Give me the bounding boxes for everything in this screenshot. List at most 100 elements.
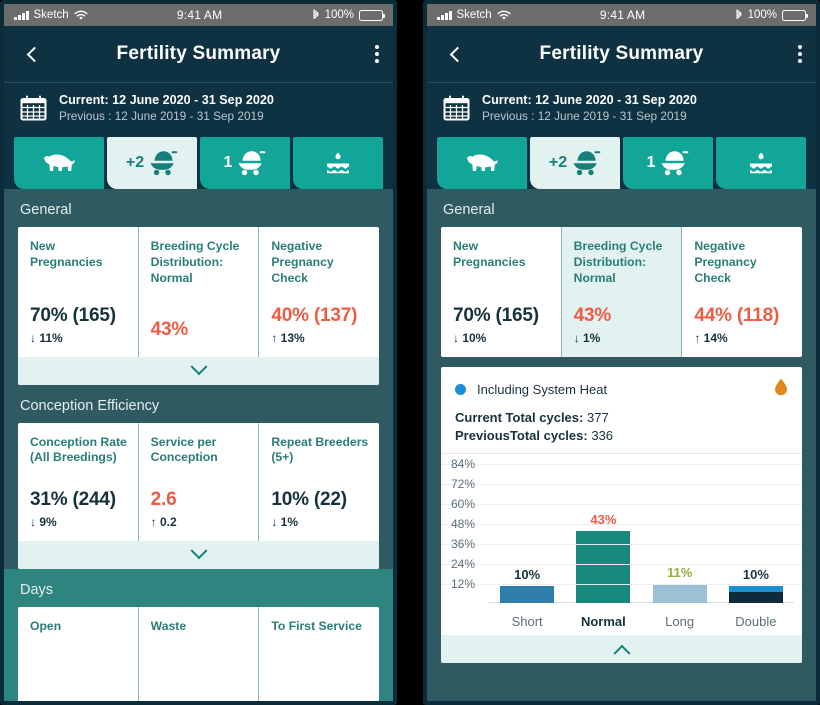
chart-gridline [441, 583, 802, 585]
metric-delta: ↓ 9% [30, 514, 57, 529]
section-label-days: Days [20, 581, 54, 598]
chart-bar-value-label: 11% [666, 565, 693, 581]
chart-bar-value-label: 10% [514, 566, 541, 582]
chart-legend-label: Including System Heat [477, 381, 608, 397]
metric-column[interactable]: New Pregnancies 70% (165) ↓ 10% [441, 227, 561, 357]
metric-column[interactable]: Waste [137, 606, 259, 701]
cow-icon [44, 154, 75, 171]
tab-birthday-cake[interactable] [293, 136, 383, 189]
metric-title: Breeding Cycle Distribution: Normal [573, 238, 663, 285]
date-range-strip-right[interactable]: Current: 12 June 2020 - 31 Sep 2020 Prev… [427, 82, 816, 137]
date-previous-label: Previous : 12 June 2019 - 31 Sep 2019 [59, 109, 264, 123]
tab-cow[interactable] [14, 136, 104, 189]
chart-bar[interactable] [728, 585, 783, 603]
chart-bar[interactable] [576, 530, 631, 603]
metric-column[interactable]: Conception Rate (All Breedings) 31% (244… [18, 423, 138, 541]
metric-value: 31% (244) [30, 488, 116, 510]
battery-percent-label: 100% [747, 9, 777, 21]
phone-left: Sketch 9:41 AM 100% Fertility Summary Cu… [0, 0, 397, 705]
metric-delta: ↓ 1% [573, 330, 601, 345]
chart-bar-slot[interactable]: 43% [565, 454, 641, 603]
tab-bar-left: +2 1 [4, 136, 393, 189]
chart-x-tick-label: Long [665, 613, 695, 629]
date-current-label: Current: 12 June 2020 - 31 Sep 2020 [482, 93, 697, 107]
status-bar-right: Sketch 9:41 AM 100% [427, 4, 816, 26]
metric-value: 10% (22) [271, 488, 347, 510]
stroller-icon [150, 151, 178, 176]
metric-value: 43% [150, 318, 189, 340]
date-range-strip-left[interactable]: Current: 12 June 2020 - 31 Sep 2020 Prev… [4, 82, 393, 137]
kebab-menu-button[interactable] [375, 44, 379, 64]
chart-bar[interactable] [652, 584, 707, 603]
clock-label: 9:41 AM [599, 8, 646, 22]
tab-birthday-cake[interactable] [716, 136, 806, 189]
previous-total-label: PreviousTotal cycles: [455, 427, 588, 443]
kebab-menu-button[interactable] [798, 44, 802, 64]
expand-section-general-button[interactable] [18, 356, 379, 385]
back-button[interactable] [18, 40, 46, 68]
metric-value: 2.6 [150, 488, 177, 510]
calendar-icon [20, 95, 47, 121]
metric-card-general: New Pregnancies 70% (165) ↓ 10% Breeding… [441, 226, 802, 357]
tab-one-stroller[interactable]: 1 [200, 136, 290, 189]
clock-label: 9:41 AM [176, 8, 223, 22]
stroller-icon [238, 151, 266, 176]
page-title: Fertility Summary [116, 43, 281, 64]
expand-section-conception-efficiency-button[interactable] [18, 540, 379, 569]
scroll-content-left[interactable]: General New Pregnancies 70% (165) ↓ 11% … [4, 188, 393, 702]
metric-title: Breeding Cycle Distribution: Normal [150, 238, 240, 285]
wifi-icon [497, 10, 511, 20]
tab-label-plus-two: +2 [548, 153, 568, 171]
chart-gridline [441, 543, 802, 545]
back-button[interactable] [441, 40, 469, 68]
battery-percent-label: 100% [324, 9, 354, 21]
collapse-chart-button[interactable] [441, 634, 802, 663]
metric-column[interactable]: Negative Pregnancy Check 44% (118) ↑ 14% [681, 226, 802, 357]
tab-cow[interactable] [437, 136, 527, 189]
scroll-content-right[interactable]: General New Pregnancies 70% (165) ↓ 10% … [427, 188, 816, 701]
tab-label-plus-two: +2 [125, 153, 145, 171]
metric-value: 70% (165) [30, 304, 116, 326]
chart-bar-slot[interactable]: 10% [718, 454, 794, 603]
metric-card-conception-efficiency: Conception Rate (All Breedings) 31% (244… [18, 422, 379, 569]
chart-x-tick-label: Normal [580, 613, 626, 629]
metric-column[interactable]: Repeat Breeders (5+) 10% (22) ↓ 1% [258, 422, 379, 541]
chart-bar[interactable] [500, 585, 555, 603]
metric-title: Repeat Breeders (5+) [271, 434, 369, 465]
current-total-cycles: Current Total cycles: 377 [455, 410, 788, 425]
metric-column-selected[interactable]: Breeding Cycle Distribution: Normal 43% … [560, 226, 682, 357]
metric-title: New Pregnancies [453, 238, 526, 269]
tab-one-stroller[interactable]: 1 [623, 136, 713, 189]
chart-bar-slot[interactable]: 11% [642, 454, 718, 603]
metric-value: 43% [573, 304, 612, 326]
chart-bar-value-label: 10% [742, 566, 769, 582]
metric-title: Negative Pregnancy Check [271, 238, 334, 285]
metric-delta: ↑ 0.2 [150, 514, 177, 529]
bar-chart-plot: 10% 43% 11% 10% Short Normal Long Double 84% 72… [441, 452, 802, 635]
chart-legend-row: Including System Heat [441, 367, 802, 403]
tab-label-one: 1 [646, 153, 656, 171]
chevron-down-icon [190, 357, 207, 375]
breeding-cycle-chart-card: Including System Heat Current Total cycl… [441, 366, 802, 663]
tab-plus-two-stroller[interactable]: +2 [107, 136, 197, 189]
chart-x-tick-label: Short [511, 613, 543, 629]
metric-column[interactable]: Service per Conception 2.6 ↑ 0.2 [137, 422, 259, 541]
metric-title: Waste [150, 618, 187, 633]
section-label-general: General [443, 201, 495, 218]
status-bar-left: Sketch 9:41 AM 100% [4, 4, 393, 26]
date-previous-label: Previous : 12 June 2019 - 31 Sep 2019 [482, 109, 687, 123]
tab-plus-two-stroller[interactable]: +2 [530, 136, 620, 189]
wifi-icon [74, 10, 88, 20]
metric-column[interactable]: Negative Pregnancy Check 40% (137) ↑ 13% [258, 226, 379, 357]
metric-column[interactable]: New Pregnancies 70% (165) ↓ 11% [18, 227, 138, 357]
signal-bars-icon [437, 10, 452, 20]
metric-column[interactable]: To First Service [258, 606, 379, 701]
calendar-icon [443, 95, 470, 121]
flame-drop-icon[interactable] [774, 378, 788, 401]
bluetooth-icon [313, 9, 319, 19]
metric-title: Service per Conception [150, 434, 218, 465]
metric-column[interactable]: Open [18, 607, 138, 702]
metric-column[interactable]: Breeding Cycle Distribution: Normal 43% [137, 226, 259, 357]
metric-delta: ↓ 10% [453, 330, 487, 345]
chart-bar-slot[interactable]: 10% [489, 454, 565, 603]
